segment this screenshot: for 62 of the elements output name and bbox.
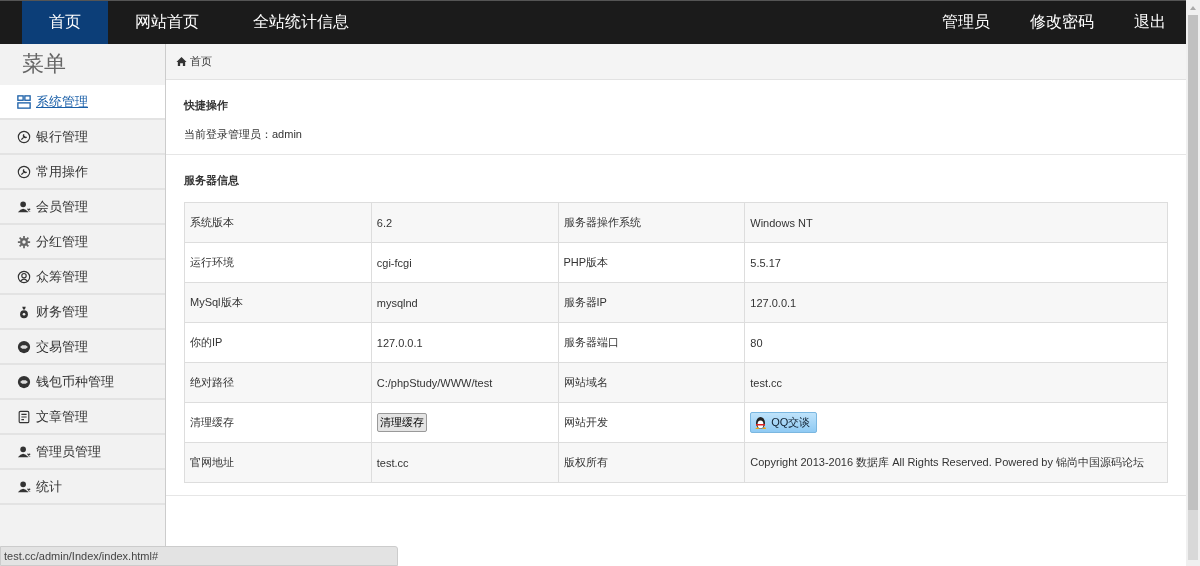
nav-tab[interactable]: 全站统计信息 <box>226 1 376 44</box>
clear-cache-button[interactable]: 清理缓存 <box>376 413 427 432</box>
sidebar-item[interactable]: 分红管理 <box>0 225 165 260</box>
sidebar-item[interactable]: 会员管理 <box>0 190 165 225</box>
sidebar-item[interactable]: 交易管理 <box>0 330 165 365</box>
user-icon <box>17 444 31 459</box>
table-cell: cgi-fcgi <box>371 242 559 283</box>
table-cell: 6.2 <box>371 202 559 243</box>
grid-icon <box>17 94 31 109</box>
table-cell: 127.0.0.1 <box>744 282 1168 323</box>
table-cell: 版权所有 <box>558 442 745 483</box>
table-cell: 5.5.17 <box>744 242 1168 283</box>
table-cell: 服务器操作系统 <box>558 202 745 243</box>
table-cell: 服务器IP <box>558 282 745 323</box>
table-cell: test.cc <box>744 362 1168 403</box>
status-url: test.cc/admin/Index/index.html# <box>0 546 398 566</box>
table-cell: PHP版本 <box>558 242 745 283</box>
sidebar-item[interactable]: 文章管理 <box>0 400 165 435</box>
table-cell: test.cc <box>371 442 559 483</box>
table-cell: Copyright 2013-2016 数据库 All Rights Reserved. Powered by 锦尚中国源码论坛 <box>744 442 1168 483</box>
home-icon <box>176 56 187 67</box>
user-icon <box>17 199 31 214</box>
admin-text: 当前登录管理员：admin <box>184 127 303 142</box>
table-cell: 80 <box>744 322 1168 363</box>
sidebar-item[interactable]: 统计 <box>0 470 165 505</box>
table-cell: Windows NT <box>744 202 1168 243</box>
table-cell: 系统版本 <box>184 202 372 243</box>
sidebar-item[interactable]: 管理员管理 <box>0 435 165 470</box>
gear-icon <box>17 234 31 249</box>
user-circle-icon <box>17 269 31 284</box>
sidebar-item[interactable]: 财务管理 <box>0 295 165 330</box>
sidebar-item[interactable]: 银行管理 <box>0 120 165 155</box>
nav-link[interactable]: 修改密码 <box>1010 1 1114 44</box>
table-cell: 你的IP <box>184 322 372 363</box>
table-cell: 网站开发 <box>558 402 745 443</box>
nav-tab[interactable]: 首页 <box>22 1 108 44</box>
menu-title: 菜单 <box>21 50 67 78</box>
table-cell: 官网地址 <box>184 442 372 483</box>
table-cell: MySql版本 <box>184 282 372 323</box>
table-cell: 运行环境 <box>184 242 372 283</box>
table-cell: 127.0.0.1 <box>371 322 559 363</box>
sidebar-item[interactable]: 众筹管理 <box>0 260 165 295</box>
penguin-icon <box>754 415 768 430</box>
table-cell: 网站域名 <box>558 362 745 403</box>
table-cell: 清理缓存 <box>184 402 372 443</box>
breadcrumb-text: 首页 <box>190 54 212 69</box>
section-title: 快捷操作 <box>184 98 229 113</box>
nav-link[interactable]: 管理员 <box>922 1 1010 44</box>
nav-link[interactable]: 退出 <box>1114 1 1186 44</box>
table-cell: C:/phpStudy/WWW/test <box>371 362 559 403</box>
qq-chat-button[interactable]: QQ交谈 <box>750 412 818 433</box>
nav-tab[interactable]: 网站首页 <box>108 1 226 44</box>
table-cell: 绝对路径 <box>184 362 372 403</box>
section-title: 服务器信息 <box>184 173 240 188</box>
sidebar-item[interactable]: 系统管理 <box>0 85 165 120</box>
document-icon <box>17 409 31 424</box>
money-bag-icon <box>17 304 31 319</box>
sidebar-item[interactable]: 常用操作 <box>0 155 165 190</box>
table-cell: mysqlnd <box>371 282 559 323</box>
sidebar-item[interactable]: 钱包币种管理 <box>0 365 165 400</box>
user-icon <box>17 479 31 494</box>
table-cell: 服务器端口 <box>558 322 745 363</box>
